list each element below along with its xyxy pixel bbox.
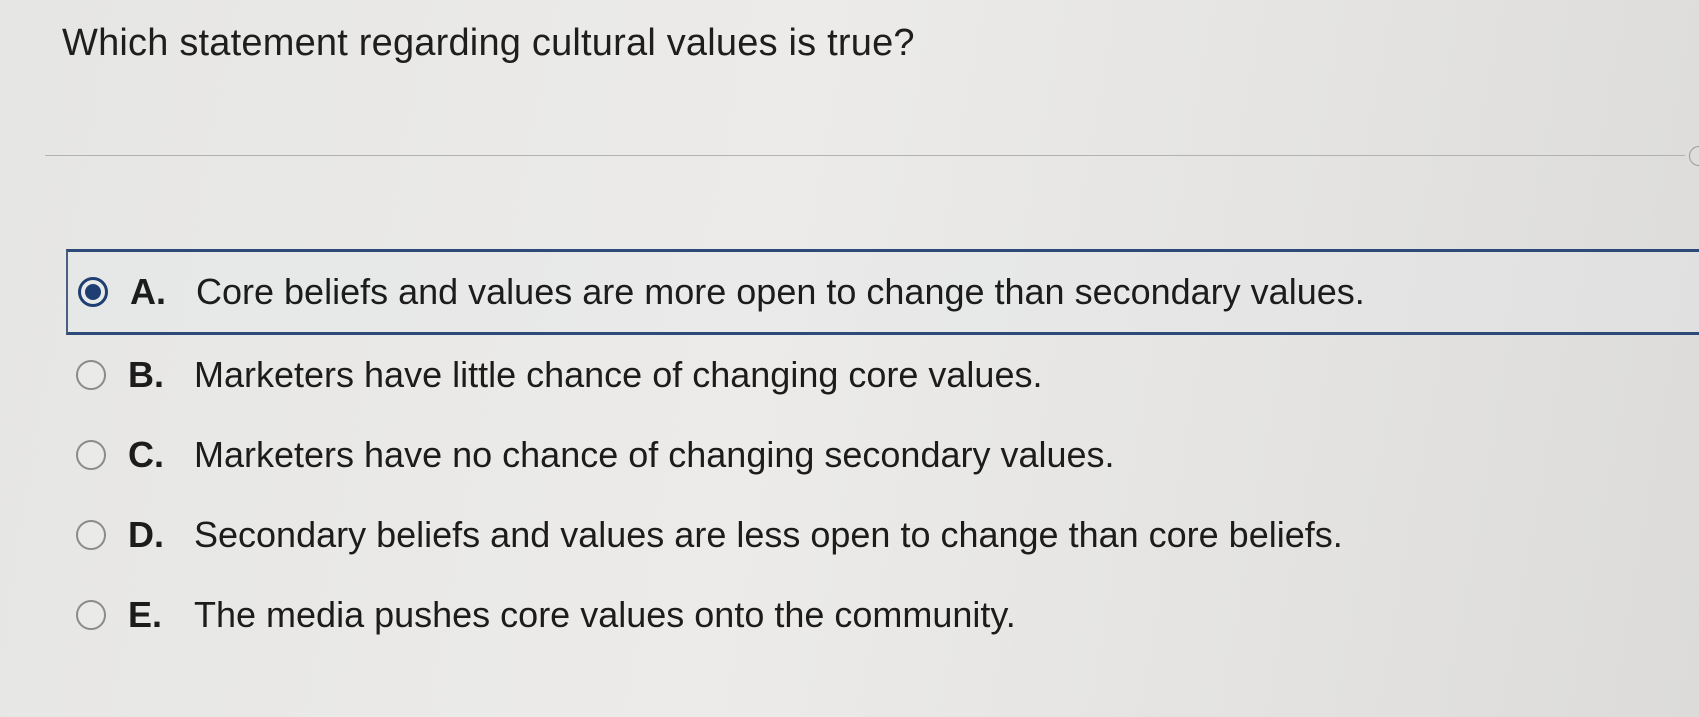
- option-letter: C.: [128, 434, 164, 475]
- option-label: Secondary beliefs and values are less op…: [194, 514, 1343, 555]
- option-e[interactable]: E. The media pushes core values onto the…: [66, 575, 1699, 655]
- option-label: Marketers have no chance of changing sec…: [194, 434, 1115, 475]
- question-text: Which statement regarding cultural value…: [62, 22, 915, 64]
- radio-button-c[interactable]: [76, 440, 106, 470]
- option-label: The media pushes core values onto the co…: [194, 594, 1016, 635]
- option-label: Core beliefs and values are more open to…: [196, 271, 1365, 312]
- radio-button-a[interactable]: [78, 277, 108, 307]
- option-label: Marketers have little chance of changing…: [194, 354, 1043, 395]
- option-a[interactable]: A. Core beliefs and values are more open…: [66, 249, 1699, 335]
- answer-options: A. Core beliefs and values are more open…: [66, 249, 1699, 655]
- divider-end-cap: [1689, 146, 1699, 166]
- option-b[interactable]: B. Marketers have little chance of chang…: [66, 335, 1699, 415]
- option-letter: B.: [128, 354, 164, 395]
- radio-button-d[interactable]: [76, 520, 106, 550]
- divider: [45, 155, 1685, 156]
- radio-button-b[interactable]: [76, 360, 106, 390]
- option-c[interactable]: C. Marketers have no chance of changing …: [66, 415, 1699, 495]
- option-letter: A.: [130, 271, 166, 312]
- radio-button-e[interactable]: [76, 600, 106, 630]
- option-d[interactable]: D. Secondary beliefs and values are less…: [66, 495, 1699, 575]
- option-letter: E.: [128, 594, 163, 635]
- option-letter: D.: [128, 514, 164, 555]
